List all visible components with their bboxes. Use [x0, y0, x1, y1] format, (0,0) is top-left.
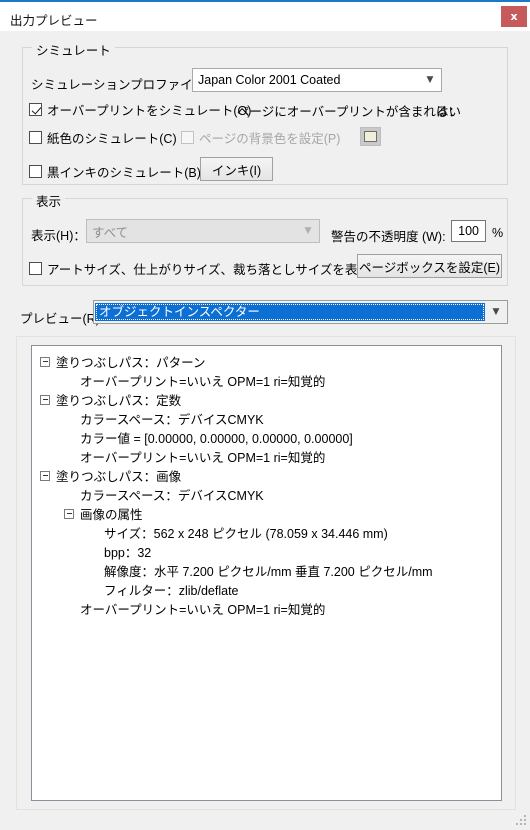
set-page-background-checkbox[interactable]: ページの背景色を設定(P) — [181, 128, 340, 147]
output-preview-dialog: 出力プレビュー x シミュレート シミュレーションプロファイル(S)： Japa… — [0, 0, 530, 830]
tree-row[interactable]: カラー値 = [0.00000, 0.00000, 0.00000, 0.000… — [32, 428, 501, 447]
resize-grip[interactable] — [515, 815, 527, 827]
simulate-paper-color-checkbox[interactable]: 紙色のシミュレート(C) — [29, 128, 177, 147]
tree-row[interactable]: オーバープリント=いいえ OPM=1 ri=知覚的 — [32, 447, 501, 466]
tree-item-label: 解像度：水平 7.200 ピクセル/mm 垂直 7.200 ピクセル/mm — [104, 565, 433, 579]
checkbox-box — [29, 103, 42, 116]
chevron-down-icon: ▼ — [426, 75, 434, 85]
collapse-icon[interactable] — [40, 394, 50, 405]
title-bar: 出力プレビュー x — [0, 0, 530, 31]
show-sizes-label: アートサイズ、仕上がりサイズ、裁ち落としサイズを表示(X) — [47, 263, 387, 277]
tree-row[interactable]: オーバープリント=いいえ OPM=1 ri=知覚的 — [32, 371, 501, 390]
checkbox-box — [29, 165, 42, 178]
close-icon[interactable]: x — [501, 6, 527, 27]
object-inspector-tree[interactable]: 塗りつぶしパス：パターン オーバープリント=いいえ OPM=1 ri=知覚的 塗りつ… — [31, 345, 502, 801]
show-sizes-checkbox[interactable]: アートサイズ、仕上がりサイズ、裁ち落としサイズを表示(X) — [29, 259, 387, 278]
checkbox-box — [29, 262, 42, 275]
tree-row[interactable]: 画像の属性 — [32, 504, 501, 523]
tree-item-label: カラースペース：デバイスCMYK — [80, 489, 264, 503]
swatch-fill — [364, 131, 377, 142]
tree-item-label: カラー値 = [0.00000, 0.00000, 0.00000, 0.000… — [80, 432, 353, 446]
simulation-profile-value: Japan Color 2001 Coated — [198, 73, 341, 87]
ink-button[interactable]: インキ(I) — [200, 157, 273, 181]
simulation-profile-combo[interactable]: Japan Color 2001 Coated ▼ — [192, 68, 442, 92]
simulate-overprint-label: オーバープリントをシミュレート(O) — [47, 104, 252, 118]
tree-item-label: カラースペース：デバイスCMYK — [80, 413, 264, 427]
tree-item-label: フィルター：zlib/deflate — [104, 584, 239, 598]
collapse-icon[interactable] — [40, 470, 50, 481]
tree-item-label: サイズ：562 x 248 ピクセル (78.059 x 34.446 mm) — [104, 527, 388, 541]
collapse-icon[interactable] — [64, 508, 74, 519]
warning-opacity-input[interactable]: 100 — [451, 220, 486, 242]
simulate-black-ink-checkbox[interactable]: 黒インキのシミュレート(B) — [29, 162, 201, 181]
tree-item-label: 塗りつぶしパス：定数 — [56, 394, 182, 408]
simulate-overprint-checkbox[interactable]: オーバープリントをシミュレート(O) — [29, 100, 251, 119]
tree-row[interactable]: オーバープリント=いいえ OPM=1 ri=知覚的 — [32, 599, 501, 618]
overprint-info-value: はい — [436, 105, 462, 119]
window-title: 出力プレビュー — [10, 14, 98, 28]
tree-item-label: オーバープリント=いいえ OPM=1 ri=知覚的 — [80, 375, 326, 389]
tree-item-label: 塗りつぶしパス：パターン — [56, 356, 206, 370]
simulate-black-ink-label: 黒インキのシミュレート(B) — [47, 166, 201, 180]
display-show-combo[interactable]: すべて ▼ — [86, 219, 320, 243]
set-page-background-label: ページの背景色を設定(P) — [199, 132, 341, 146]
tree-item-label: オーバープリント=いいえ OPM=1 ri=知覚的 — [80, 451, 326, 465]
page-background-color-swatch[interactable] — [360, 127, 381, 146]
tree-row[interactable]: サイズ：562 x 248 ピクセル (78.059 x 34.446 mm) — [32, 523, 501, 542]
simulate-group-title: シミュレート — [32, 40, 115, 59]
overprint-info-label: ページにオーバープリントが含まれる： — [237, 105, 461, 119]
tree-row[interactable]: フィルター：zlib/deflate — [32, 580, 501, 599]
chevron-down-icon: ▼ — [492, 307, 500, 317]
display-show-label: 表示(H)： — [31, 229, 86, 243]
tree-row[interactable]: 塗りつぶしパス：定数 — [32, 390, 501, 409]
tree-row[interactable]: カラースペース：デバイスCMYK — [32, 485, 501, 504]
preview-combo[interactable]: オブジェクトインスペクター ▼ — [93, 300, 508, 324]
tree-row[interactable]: 解像度：水平 7.200 ピクセル/mm 垂直 7.200 ピクセル/mm — [32, 561, 501, 580]
collapse-icon[interactable] — [40, 356, 50, 367]
checkbox-box — [29, 131, 42, 144]
tree-row[interactable]: カラースペース：デバイスCMYK — [32, 409, 501, 428]
percent-label: % — [492, 226, 504, 240]
warning-opacity-label: 警告の不透明度 (W): — [331, 230, 446, 244]
simulate-paper-color-label: 紙色のシミュレート(C) — [47, 132, 177, 146]
tree-item-label: 塗りつぶしパス：画像 — [56, 470, 182, 484]
tree-item-label: オーバープリント=いいえ OPM=1 ri=知覚的 — [80, 603, 326, 617]
tree-rows: 塗りつぶしパス：パターン オーバープリント=いいえ OPM=1 ri=知覚的 塗りつ… — [32, 346, 501, 618]
tree-row[interactable]: 塗りつぶしパス：パターン — [32, 352, 501, 371]
tree-item-label: bpp：32 — [104, 546, 152, 560]
chevron-down-icon: ▼ — [304, 226, 312, 236]
display-group-title: 表示 — [32, 191, 66, 210]
checkbox-box — [181, 131, 194, 144]
tree-item-label: 画像の属性 — [80, 508, 143, 522]
set-page-box-button[interactable]: ページボックスを設定(E) — [357, 254, 502, 278]
tree-row[interactable]: 塗りつぶしパス：画像 — [32, 466, 501, 485]
preview-value: オブジェクトインスペクター — [95, 303, 485, 321]
tree-row[interactable]: bpp：32 — [32, 542, 501, 561]
display-show-value: すべて — [92, 225, 129, 240]
